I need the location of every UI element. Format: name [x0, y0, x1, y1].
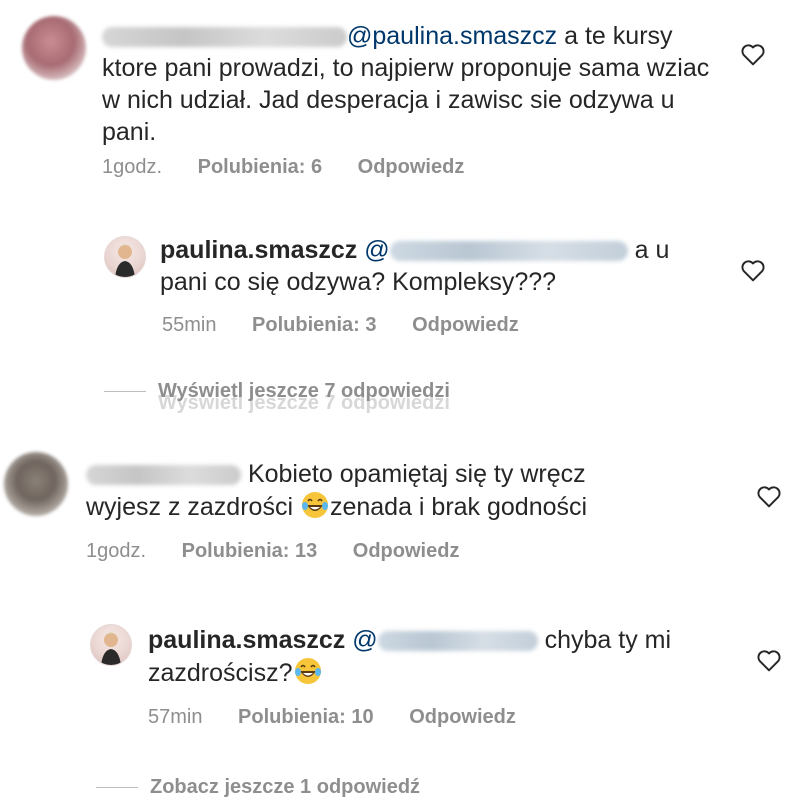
avatar[interactable] [22, 16, 86, 80]
heart-outline-icon[interactable] [756, 648, 782, 672]
redacted-mention [377, 631, 538, 652]
heart-outline-icon[interactable] [740, 258, 766, 282]
laughing-tears-emoji-icon [300, 490, 330, 520]
timestamp: 57min [148, 706, 203, 728]
reply-button[interactable]: Odpowiedz [358, 156, 465, 178]
redacted-username [102, 27, 347, 48]
comment-text: Kobieto opamiętaj się ty wręcz wyjesz z … [86, 460, 588, 521]
reply-button[interactable]: Odpowiedz [409, 706, 516, 728]
avatar[interactable] [90, 624, 132, 666]
heart-outline-icon[interactable] [756, 484, 782, 508]
reply-text: paulina.smaszcz @ chyba ty mi zazdrościs… [148, 626, 672, 687]
comment-meta: 57min Polubienia: 10 Odpowiedz [148, 706, 546, 729]
comment-text: @paulina.smaszcz a te kursy ktore pani p… [102, 22, 710, 146]
redacted-username [86, 465, 241, 486]
divider [96, 787, 138, 789]
mention-link[interactable]: @ [352, 626, 538, 654]
mention-link[interactable]: @paulina.smaszcz [347, 22, 557, 50]
comment-meta: 55min Polubienia: 3 Odpowiedz [162, 314, 549, 337]
likes-count[interactable]: Polubienia: 10 [238, 706, 374, 728]
redacted-mention [389, 241, 628, 262]
timestamp: 1godz. [86, 540, 147, 562]
timestamp: 1godz. [102, 156, 163, 178]
reply-button[interactable]: Odpowiedz [353, 540, 460, 562]
timestamp: 55min [162, 314, 217, 336]
username[interactable]: paulina.smaszcz [160, 236, 357, 264]
avatar[interactable] [104, 236, 146, 278]
laughing-tears-emoji-icon [293, 656, 323, 686]
avatar[interactable] [4, 452, 68, 516]
likes-count[interactable]: Polubienia: 6 [198, 156, 322, 178]
reply-text: paulina.smaszcz @ a u pani co się odzywa… [160, 236, 670, 296]
likes-count[interactable]: Polubienia: 3 [252, 314, 376, 336]
view-more-replies[interactable]: Zobacz jeszcze 1 odpowiedź [96, 776, 420, 799]
likes-count[interactable]: Polubienia: 13 [182, 540, 318, 562]
mention-link[interactable]: @ [364, 236, 628, 264]
comment-meta: 1godz. Polubienia: 13 Odpowiedz [86, 540, 489, 563]
reply-button[interactable]: Odpowiedz [412, 314, 519, 336]
comment-meta: 1godz. Polubienia: 6 Odpowiedz [102, 156, 494, 179]
divider [104, 391, 146, 393]
view-more-replies-ghost: Wyświetl jeszcze 7 odpowiedzi [158, 392, 450, 414]
username[interactable]: paulina.smaszcz [148, 626, 345, 654]
heart-outline-icon[interactable] [740, 42, 766, 66]
